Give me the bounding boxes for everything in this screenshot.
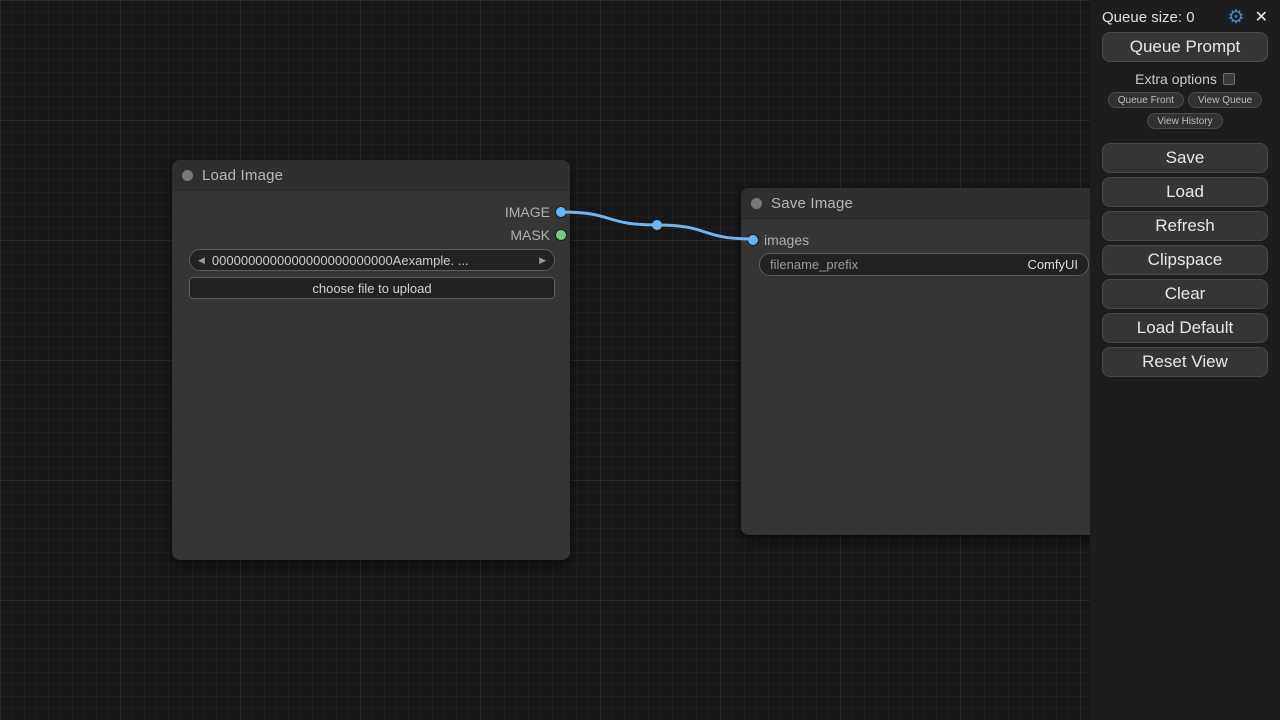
view-queue-button[interactable]: View Queue [1188, 92, 1262, 108]
extra-options-checkbox[interactable] [1223, 73, 1235, 85]
close-icon[interactable]: ✕ [1255, 10, 1268, 26]
save-image-title-bar[interactable]: Save Image [741, 188, 1101, 219]
history-button-row: View History [1090, 113, 1280, 129]
node-title: Save Image [771, 195, 853, 212]
output-label-image: IMAGE [505, 204, 550, 220]
queue-buttons-row: Queue Front View Queue [1090, 92, 1280, 108]
input-slot-images: images [748, 230, 809, 250]
link-midpoint-dot[interactable] [652, 220, 662, 230]
output-slot-mask: MASK [510, 225, 566, 245]
settings-gear-icon[interactable]: ⚙ [1228, 8, 1245, 27]
reset-view-button[interactable]: Reset View [1102, 347, 1268, 377]
node-canvas[interactable]: Load Image IMAGE MASK ◀ 0000000000000000… [0, 0, 1280, 720]
output-dot-image[interactable] [556, 207, 566, 217]
menu-panel: Queue size: 0 ⚙ ✕ Queue Prompt Extra opt… [1090, 0, 1280, 720]
load-button[interactable]: Load [1102, 177, 1268, 207]
image-combo-widget[interactable]: ◀ 0000000000000000000000000Aexample. ...… [189, 249, 555, 271]
refresh-button[interactable]: Refresh [1102, 211, 1268, 241]
menu-actions: Save Load Refresh Clipspace Clear Load D… [1090, 143, 1280, 377]
clear-button[interactable]: Clear [1102, 279, 1268, 309]
link-image-to-images[interactable] [561, 212, 753, 239]
node-load-image[interactable]: Load Image IMAGE MASK ◀ 0000000000000000… [172, 160, 570, 560]
collapse-dot[interactable] [182, 170, 193, 181]
filename-prefix-widget[interactable]: filename_prefix ComfyUI [759, 253, 1089, 276]
combo-left-arrow-icon[interactable]: ◀ [198, 255, 205, 266]
collapse-dot[interactable] [751, 198, 762, 209]
menu-header: Queue size: 0 ⚙ ✕ [1090, 0, 1280, 27]
output-slot-image: IMAGE [505, 202, 566, 222]
load-image-title-bar[interactable]: Load Image [172, 160, 570, 191]
load-default-button[interactable]: Load Default [1102, 313, 1268, 343]
save-button[interactable]: Save [1102, 143, 1268, 173]
extra-options-label: Extra options [1135, 71, 1217, 87]
output-dot-mask[interactable] [556, 230, 566, 240]
view-history-button[interactable]: View History [1147, 113, 1222, 129]
node-save-image[interactable]: Save Image images filename_prefix ComfyU… [741, 188, 1101, 535]
clipspace-button[interactable]: Clipspace [1102, 245, 1268, 275]
queue-prompt-button[interactable]: Queue Prompt [1102, 32, 1268, 62]
extra-options-row: Extra options [1090, 71, 1280, 87]
filename-prefix-label: filename_prefix [770, 257, 858, 272]
choose-file-button[interactable]: choose file to upload [189, 277, 555, 299]
input-dot-images[interactable] [748, 235, 758, 245]
combo-right-arrow-icon[interactable]: ▶ [539, 255, 546, 266]
queue-size-label: Queue size: 0 [1102, 9, 1218, 26]
combo-value: 0000000000000000000000000Aexample. ... [212, 253, 532, 268]
output-label-mask: MASK [510, 227, 550, 243]
input-label-images: images [764, 232, 809, 248]
queue-front-button[interactable]: Queue Front [1108, 92, 1184, 108]
node-title: Load Image [202, 167, 283, 184]
filename-prefix-value: ComfyUI [1027, 257, 1078, 272]
